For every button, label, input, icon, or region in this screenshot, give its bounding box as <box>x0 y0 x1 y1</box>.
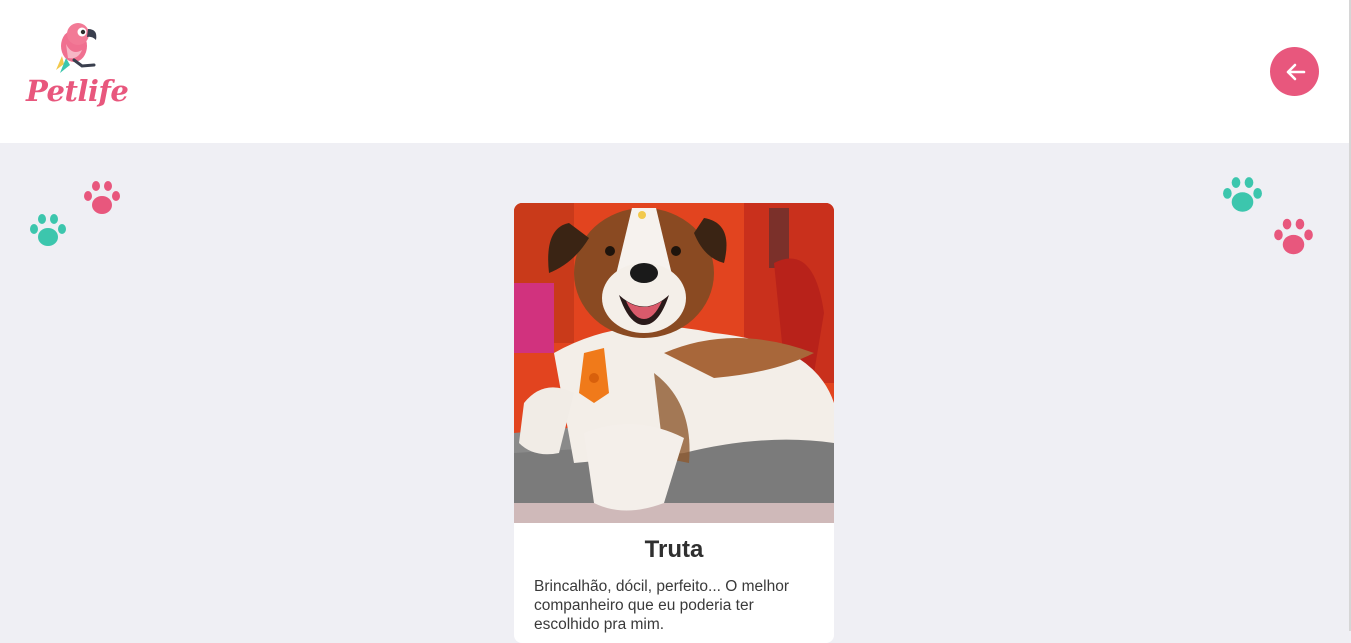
pet-description: Brincalhão, dócil, perfeito... O melhor … <box>534 578 790 633</box>
back-button[interactable] <box>1270 47 1319 96</box>
paw-print-icon <box>30 214 66 246</box>
pet-photo <box>514 203 834 523</box>
parrot-icon <box>56 23 97 73</box>
paw-print-icon <box>1274 218 1313 255</box>
page-header: Petlife <box>0 0 1349 143</box>
paw-print-icon <box>84 181 120 214</box>
pet-name: Truta <box>644 536 704 563</box>
logo-text: Petlife <box>26 74 129 108</box>
paw-print-icon <box>1223 177 1262 212</box>
pet-card: Truta Brincalhão, dócil, perfeito... O m… <box>514 203 834 643</box>
petlife-logo[interactable]: Petlife <box>26 20 132 120</box>
arrow-left-icon <box>1286 63 1305 80</box>
